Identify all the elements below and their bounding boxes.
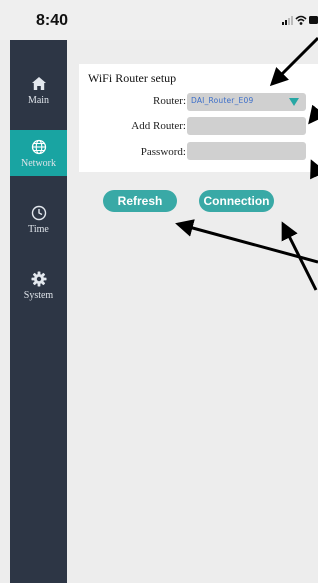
annotation-arrow-connection — [281, 221, 318, 291]
router-select[interactable]: DAI_Router_E09 — [187, 93, 306, 111]
sidebar-item-system[interactable]: System — [10, 262, 67, 308]
status-bar: 8:40 — [0, 0, 318, 40]
wifi-setup-panel: WiFi Router setup Router: DAI_Router_E09… — [79, 64, 318, 172]
sidebar-item-label: Network — [21, 157, 56, 169]
sidebar-item-main[interactable]: Main — [10, 67, 67, 113]
gear-icon — [31, 271, 46, 286]
home-icon — [31, 76, 46, 90]
add-router-label: Add Router: — [131, 120, 186, 132]
signal-icon — [282, 16, 293, 25]
refresh-button[interactable]: Refresh — [103, 190, 177, 212]
clock-icon — [31, 205, 46, 220]
sidebar-item-network[interactable]: Network — [10, 130, 67, 176]
sidebar-item-label: Main — [27, 94, 50, 106]
connection-button[interactable]: Connection — [199, 190, 274, 212]
router-select-value: DAI_Router_E09 — [191, 96, 254, 105]
router-label: Router: — [153, 95, 186, 107]
annotation-arrow-refresh — [175, 219, 318, 264]
sidebar: Main Network Time System — [10, 40, 67, 583]
phone-screen: 8:40 Main Network Time System WiFi Route… — [0, 0, 318, 583]
sidebar-item-label: Time — [28, 223, 49, 235]
dropdown-arrow-icon — [289, 98, 299, 106]
status-time: 8:40 — [36, 12, 69, 29]
globe-icon — [31, 139, 46, 154]
password-input[interactable] — [187, 142, 306, 160]
wifi-icon — [295, 15, 307, 25]
add-router-input[interactable] — [187, 117, 306, 135]
status-icons — [282, 15, 318, 25]
battery-icon — [309, 16, 318, 24]
panel-title: WiFi Router setup — [88, 71, 177, 85]
password-label: Password: — [140, 146, 186, 158]
sidebar-item-time[interactable]: Time — [10, 196, 67, 242]
sidebar-item-label: System — [23, 289, 54, 301]
